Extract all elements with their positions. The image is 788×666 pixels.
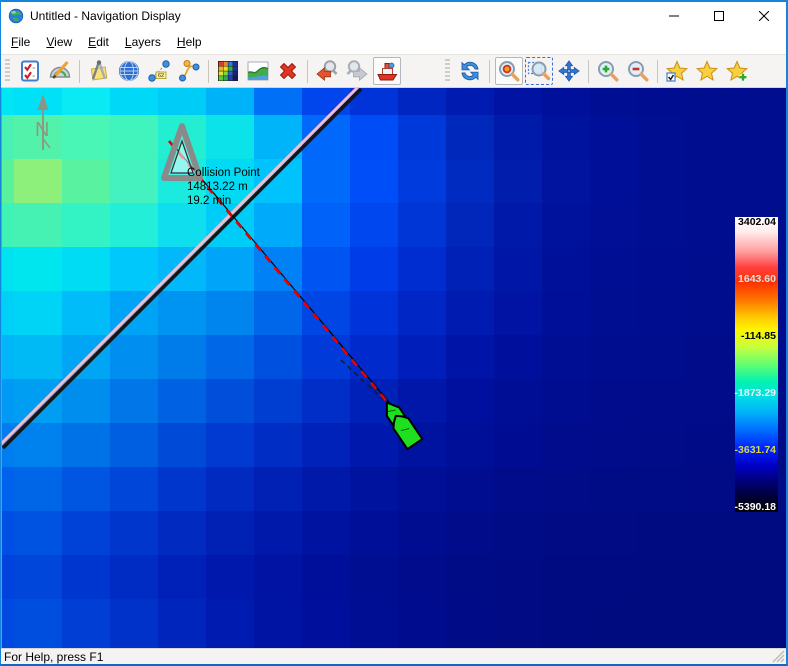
protractor-icon	[49, 61, 71, 79]
close-icon	[758, 11, 769, 21]
drafting-compass-button[interactable]	[85, 57, 113, 85]
favorite-star-icon	[695, 60, 719, 82]
ship-track-dashes	[340, 359, 386, 402]
measure-icon: 62	[148, 60, 170, 82]
protractor-tool-button[interactable]	[46, 57, 74, 85]
zoom-out-icon	[628, 61, 649, 82]
menu-item-file[interactable]: File	[3, 32, 38, 52]
north-arrow-icon: N	[35, 94, 51, 150]
task-list-button[interactable]	[16, 57, 44, 85]
zoom-in-button[interactable]	[594, 57, 622, 85]
globe-app-icon	[8, 8, 24, 24]
delete-button[interactable]	[274, 57, 302, 85]
refresh-icon	[461, 61, 479, 81]
close-button[interactable]	[741, 2, 786, 30]
favorites-button[interactable]	[693, 57, 721, 85]
toolbar-view	[456, 57, 753, 85]
color-grid-icon	[218, 61, 238, 81]
zoom-out-button[interactable]	[624, 57, 652, 85]
globe-view-button[interactable]	[115, 57, 143, 85]
svg-text:62: 62	[158, 73, 164, 79]
favorite-add-icon	[725, 60, 749, 82]
measure-distance-button[interactable]: 62	[145, 57, 173, 85]
toolbar-separator	[307, 59, 308, 83]
toolbar-grip-2[interactable]	[445, 59, 450, 83]
menu-item-help[interactable]: Help	[169, 32, 210, 52]
zoom-region-icon	[527, 61, 551, 81]
colorbar-label: 3402.04	[738, 216, 776, 228]
checklist-icon	[21, 60, 39, 82]
zoom-point-icon	[499, 61, 520, 82]
profile-chart-button[interactable]	[244, 57, 272, 85]
pan-icon	[558, 60, 580, 82]
map-view[interactable]: N Collision Point 14813.22 m 19.2 min 34…	[1, 88, 786, 648]
refresh-button[interactable]	[456, 57, 484, 85]
toolbar: 62	[1, 54, 786, 88]
maximize-icon	[713, 11, 724, 21]
north-label: N	[35, 119, 49, 141]
toolbar-separator	[208, 59, 209, 83]
colorbar: 3402.04 1643.60 -114.85 -1873.29 -3631.74 -53…	[734, 216, 778, 513]
toolbar-separator	[657, 59, 658, 83]
compass-icon	[90, 60, 108, 81]
vessel-tracking-button[interactable]	[373, 57, 401, 85]
zoom-in-icon	[598, 61, 619, 82]
ship-icon[interactable]	[379, 398, 424, 451]
toolbar-separator	[489, 59, 490, 83]
view-back-button[interactable]	[313, 57, 341, 85]
collision-time: 19.2 min	[187, 195, 231, 207]
color-palette-grid-button[interactable]	[214, 57, 242, 85]
menu-item-view[interactable]: View	[38, 32, 80, 52]
view-forward-button[interactable]	[343, 57, 371, 85]
menu-item-layers[interactable]: Layers	[117, 32, 169, 52]
colorbar-label: -1873.29	[734, 387, 776, 399]
boat-icon	[377, 62, 398, 81]
statusbar: For Help, press F1	[1, 648, 786, 664]
toolbar-grip[interactable]	[5, 59, 10, 83]
status-text: For Help, press F1	[4, 649, 104, 664]
collision-distance: 14813.22 m	[187, 181, 248, 193]
minimize-button[interactable]	[651, 2, 696, 30]
map-overlay: N Collision Point 14813.22 m 19.2 min	[2, 88, 424, 451]
titlebar: Untitled - Navigation Display	[1, 2, 786, 30]
window-controls	[651, 2, 786, 30]
manage-favorites-button[interactable]	[663, 57, 691, 85]
colorbar-label: 1643.60	[738, 273, 776, 285]
toolbar-standard: 62	[16, 57, 403, 85]
window-title: Untitled - Navigation Display	[30, 9, 181, 23]
colorbar-label: -114.85	[740, 330, 776, 342]
colorbar-label: -5390.18	[734, 501, 776, 513]
toolbar-separator	[588, 59, 589, 83]
area-chart-icon	[247, 61, 269, 81]
resize-grip-icon[interactable]	[772, 650, 785, 663]
waypoint-path-button[interactable]	[175, 57, 203, 85]
toolbar-separator	[79, 59, 80, 83]
zoom-back-icon	[316, 60, 338, 82]
zoom-to-point-button[interactable]	[495, 57, 523, 85]
menu-item-edit[interactable]: Edit	[80, 32, 117, 52]
menubar: File View Edit Layers Help	[1, 30, 786, 54]
zoom-forward-icon	[346, 60, 368, 82]
maximize-button[interactable]	[696, 2, 741, 30]
waypoint-path-icon	[179, 60, 200, 82]
colorbar-label: -3631.74	[734, 444, 776, 456]
favorite-check-icon	[665, 60, 689, 82]
zoom-to-region-button[interactable]	[525, 57, 553, 85]
add-favorite-button[interactable]	[723, 57, 751, 85]
pan-view-button[interactable]	[555, 57, 583, 85]
delete-x-icon	[280, 63, 296, 79]
collision-title: Collision Point	[187, 167, 261, 179]
minimize-icon	[668, 15, 679, 17]
app-window: Untitled - Navigation Display File View Ed…	[0, 0, 788, 666]
globe-icon	[119, 61, 139, 81]
